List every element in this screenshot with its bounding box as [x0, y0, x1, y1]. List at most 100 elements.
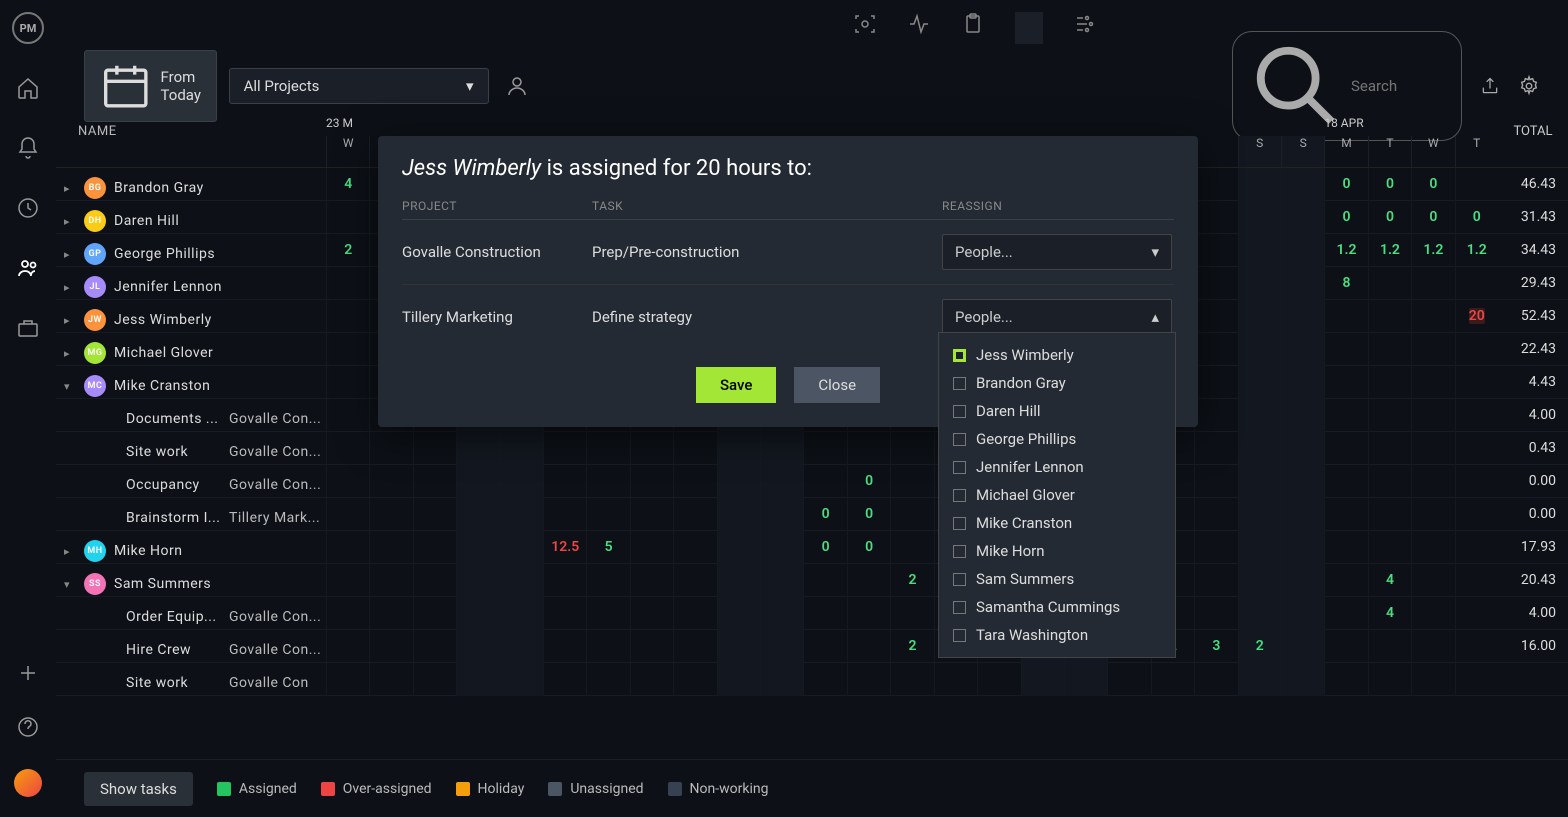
- grid-cell[interactable]: [890, 432, 933, 465]
- person-filter-icon[interactable]: [505, 74, 529, 98]
- grid-cell[interactable]: [500, 498, 543, 531]
- checkbox[interactable]: [953, 433, 966, 446]
- grid-cell[interactable]: [717, 663, 760, 696]
- people-option[interactable]: Tara Washington: [939, 621, 1175, 649]
- grid-cell[interactable]: [500, 564, 543, 597]
- grid-cell[interactable]: [326, 630, 369, 663]
- grid-cell[interactable]: [1324, 597, 1367, 630]
- grid-cell[interactable]: [1368, 630, 1411, 663]
- expand-chevron-icon[interactable]: ▾: [64, 578, 76, 591]
- grid-cell[interactable]: [630, 531, 673, 564]
- grid-cell[interactable]: [1324, 663, 1367, 696]
- grid-cell[interactable]: [890, 465, 933, 498]
- grid-cell[interactable]: [1194, 234, 1237, 267]
- grid-cell[interactable]: [803, 663, 846, 696]
- grid-cell[interactable]: [1281, 564, 1324, 597]
- grid-cell[interactable]: [413, 498, 456, 531]
- gear-icon[interactable]: [1518, 75, 1540, 97]
- grid-cell[interactable]: [456, 630, 499, 663]
- grid-cell[interactable]: [1194, 300, 1237, 333]
- grid-cell[interactable]: [1368, 366, 1411, 399]
- grid-cell[interactable]: 1.2: [1324, 234, 1367, 267]
- grid-cell[interactable]: [1238, 399, 1281, 432]
- grid-cell[interactable]: [1064, 663, 1107, 696]
- grid-cell[interactable]: [369, 564, 412, 597]
- grid-cell[interactable]: [803, 564, 846, 597]
- grid-cell[interactable]: [1238, 201, 1281, 234]
- grid-cell[interactable]: [1194, 531, 1237, 564]
- grid-cell[interactable]: 12.5: [543, 531, 586, 564]
- expand-chevron-icon[interactable]: ▸: [64, 281, 76, 294]
- grid-cell[interactable]: [977, 663, 1020, 696]
- home-icon[interactable]: [16, 76, 40, 100]
- bell-icon[interactable]: [16, 136, 40, 160]
- grid-cell[interactable]: [413, 597, 456, 630]
- checkbox[interactable]: [953, 405, 966, 418]
- expand-chevron-icon[interactable]: ▸: [64, 182, 76, 195]
- grid-cell[interactable]: 0: [1368, 201, 1411, 234]
- grid-cell[interactable]: [326, 201, 369, 234]
- grid-cell[interactable]: [326, 465, 369, 498]
- grid-cell[interactable]: [630, 663, 673, 696]
- task-row[interactable]: Occupancy Govalle Con... 0 0.00: [56, 465, 1568, 498]
- grid-cell[interactable]: [1281, 300, 1324, 333]
- grid-cell[interactable]: [1455, 531, 1498, 564]
- grid-cell[interactable]: 20: [1455, 300, 1498, 333]
- grid-cell[interactable]: [1194, 663, 1237, 696]
- grid-cell[interactable]: [1455, 663, 1498, 696]
- grid-cell[interactable]: [1324, 498, 1367, 531]
- grid-cell[interactable]: [760, 432, 803, 465]
- grid-cell[interactable]: [586, 663, 629, 696]
- grid-cell[interactable]: [1281, 201, 1324, 234]
- grid-cell[interactable]: [1238, 465, 1281, 498]
- expand-chevron-icon[interactable]: ▸: [64, 545, 76, 558]
- grid-cell[interactable]: [1238, 168, 1281, 201]
- grid-cell[interactable]: [456, 465, 499, 498]
- grid-cell[interactable]: [1281, 630, 1324, 663]
- grid-cell[interactable]: [1411, 333, 1454, 366]
- grid-cell[interactable]: [1368, 432, 1411, 465]
- expand-chevron-icon[interactable]: ▸: [64, 347, 76, 360]
- grid-cell[interactable]: 0: [847, 498, 890, 531]
- grid-cell[interactable]: 2: [326, 234, 369, 267]
- grid-cell[interactable]: [326, 663, 369, 696]
- search-input[interactable]: [1351, 77, 1445, 95]
- grid-cell[interactable]: 0: [847, 531, 890, 564]
- grid-cell[interactable]: [1368, 333, 1411, 366]
- grid-cell[interactable]: [803, 432, 846, 465]
- activity-icon[interactable]: [907, 12, 931, 36]
- people-select[interactable]: People...▴: [942, 299, 1172, 335]
- grid-cell[interactable]: [1238, 234, 1281, 267]
- grid-cell[interactable]: [326, 531, 369, 564]
- grid-cell[interactable]: [500, 663, 543, 696]
- grid-cell[interactable]: [1455, 597, 1498, 630]
- grid-cell[interactable]: [1281, 234, 1324, 267]
- grid-cell[interactable]: [1324, 564, 1367, 597]
- grid-cell[interactable]: [369, 465, 412, 498]
- checkbox[interactable]: [953, 629, 966, 642]
- grid-cell[interactable]: [717, 432, 760, 465]
- grid-cell[interactable]: [1194, 201, 1237, 234]
- grid-cell[interactable]: [1238, 597, 1281, 630]
- grid-cell[interactable]: [673, 465, 716, 498]
- grid-cell[interactable]: 2: [890, 630, 933, 663]
- grid-cell[interactable]: [760, 663, 803, 696]
- grid-cell[interactable]: [1238, 663, 1281, 696]
- grid-cell[interactable]: [717, 564, 760, 597]
- grid-cell[interactable]: [1194, 465, 1237, 498]
- grid-cell[interactable]: [1411, 663, 1454, 696]
- briefcase-icon[interactable]: [16, 316, 40, 340]
- grid-cell[interactable]: [1281, 465, 1324, 498]
- grid-cell[interactable]: [1194, 498, 1237, 531]
- grid-cell[interactable]: [1324, 333, 1367, 366]
- grid-cell[interactable]: [1238, 564, 1281, 597]
- close-button[interactable]: Close: [794, 367, 880, 403]
- grid-cell[interactable]: [500, 465, 543, 498]
- clock-icon[interactable]: [16, 196, 40, 220]
- grid-cell[interactable]: [369, 597, 412, 630]
- grid-cell[interactable]: [673, 531, 716, 564]
- grid-cell[interactable]: [847, 630, 890, 663]
- people-icon[interactable]: [16, 256, 40, 280]
- grid-cell[interactable]: [543, 663, 586, 696]
- grid-cell[interactable]: 0: [803, 531, 846, 564]
